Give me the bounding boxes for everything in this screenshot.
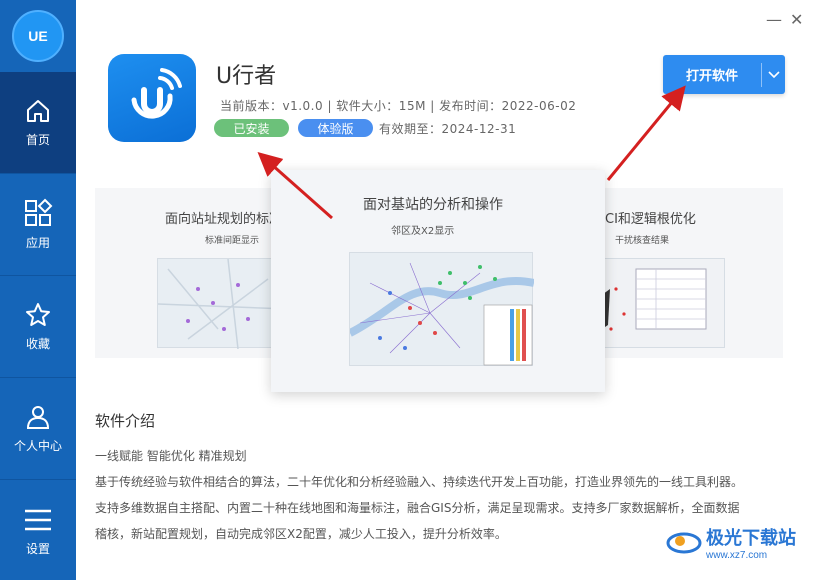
watermark: 极光下载站 www.xz7.com [666,524,796,561]
sidebar-item-label: 应用 [25,236,50,250]
avatar[interactable]: UE [12,10,64,62]
home-icon [27,100,49,122]
intro-line: 基于传统经验与软件相结合的算法，二十年优化和分析经验融入、持续迭代开发上百功能，… [95,475,744,489]
watermark-url: www.xz7.com [706,550,768,561]
app-icon [108,54,196,142]
slide-table-image [605,258,725,348]
slide-title: 面向站址规划的标准 [165,212,283,227]
intro-line: 支持多维数据自主搭配、内置二十种在线地图和海量标注，融合GIS分析，满足呈现需求… [95,501,740,515]
menu-icon [25,509,51,530]
slide-subtitle: 干扰核查结果 [615,236,670,246]
sidebar-item-profile[interactable]: 个人中心 [0,378,76,480]
main-panel: — ✕ U行者 当前版本：v1.0.0 | 软件大小：15M | 发布时间：20… [76,0,820,580]
star-icon [26,303,50,326]
user-icon [26,406,50,429]
app-logo-icon [131,68,182,119]
intro-line: 稽核，新站配置规划，自动完成邻区X2配置，减少人工投入，提升分析效率。 [95,527,507,541]
sidebar: UE 首页 应用 收藏 个人中心 设置 [0,0,76,580]
sidebar-item-label: 收藏 [25,337,50,351]
apps-icon [25,198,53,226]
sidebar-item-label: 个人中心 [13,439,62,453]
watermark-logo-icon [666,532,702,553]
slide-subtitle: 邻区及X2显示 [391,226,455,237]
slide-subtitle: 标准间距显示 [205,236,260,246]
open-button-label: 打开软件 [685,69,738,84]
installed-badge: 已安装 [214,119,289,137]
sidebar-item-home[interactable]: 首页 [0,72,76,174]
expire-date: 有效期至：2024-12-31 [379,122,517,136]
intro-line: 一线赋能 智能优化 精准规划 [95,449,247,463]
sidebar-item-label: 设置 [25,541,50,556]
sidebar-item-favorites[interactable]: 收藏 [0,276,76,378]
slide-title: CI和逻辑根优化 [605,212,696,227]
minimize-button[interactable]: — [766,10,782,29]
watermark-text: 极光下载站 [706,528,796,548]
sidebar-item-settings[interactable]: 设置 [0,480,76,580]
close-button[interactable]: ✕ [790,10,803,29]
sidebar-item-apps[interactable]: 应用 [0,174,76,276]
slide-map-image [348,252,535,366]
intro-title: 软件介绍 [95,412,156,430]
carousel-slide-active[interactable]: 面对基站的分析和操作 邻区及X2显示 [271,170,605,392]
carousel-slide-right[interactable]: CI和逻辑根优化 干扰核查结果 [605,188,783,358]
app-meta: 当前版本：v1.0.0 | 软件大小：15M | 发布时间：2022-06-02 [220,99,577,113]
app-name: U行者 [216,64,277,89]
slide-map-image [157,258,289,350]
sidebar-item-label: 首页 [25,133,50,147]
slide-title: 面对基站的分析和操作 [363,197,503,213]
trial-badge: 体验版 [298,119,373,137]
carousel-slide-left[interactable]: 面向站址规划的标准 标准间距显示 [95,188,291,358]
open-software-button[interactable]: 打开软件 [663,55,785,94]
chevron-down-icon[interactable] [762,70,785,79]
